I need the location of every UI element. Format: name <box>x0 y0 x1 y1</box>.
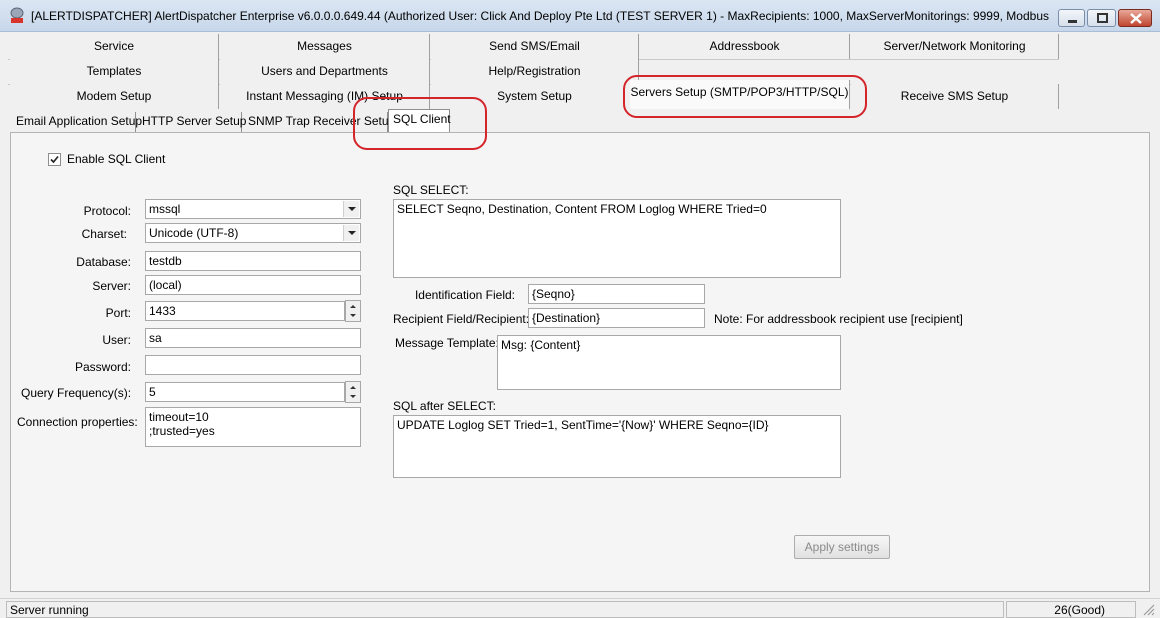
user-label: User: <box>102 333 131 347</box>
recipient-field-input[interactable]: {Destination} <box>528 308 705 328</box>
recipient-note: Note: For addressbook recipient use [rec… <box>714 312 963 326</box>
chevron-down-icon <box>348 207 356 211</box>
message-template-label: Message Template: <box>395 336 499 350</box>
password-label: Password: <box>74 360 131 374</box>
stepper-arrows-icon <box>350 305 356 317</box>
annotation-highlight-servers-setup <box>623 75 867 118</box>
connection-property-line: ;trusted=yes <box>149 424 215 438</box>
close-icon <box>1130 13 1142 24</box>
connection-properties-label: Connection properties: <box>17 415 138 429</box>
status-text: Server running <box>6 601 1004 618</box>
sql-select-label: SQL SELECT: <box>393 183 469 197</box>
tab-messages[interactable]: Messages <box>220 34 430 59</box>
dropdown-button[interactable] <box>343 201 359 217</box>
close-button[interactable] <box>1118 9 1152 27</box>
maximize-icon <box>1097 13 1108 23</box>
tab-server-network-monitoring[interactable]: Server/Network Monitoring <box>851 34 1059 59</box>
port-stepper[interactable] <box>345 300 361 322</box>
tab-email-application-setup[interactable]: Email Application Setup <box>12 112 142 132</box>
sql-client-panel: Enable SQL Client Protocol: Charset: Dat… <box>10 132 1150 592</box>
title-bar: [ALERTDISPATCHER] AlertDispatcher Enterp… <box>0 0 1160 32</box>
database-label: Database: <box>76 255 131 269</box>
query-frequency-label: Query Frequency(s): <box>21 386 132 400</box>
tab-service[interactable]: Service <box>10 34 219 59</box>
server-label: Server: <box>92 279 131 293</box>
password-input[interactable] <box>145 355 361 375</box>
annotation-highlight-sql-client <box>353 97 487 150</box>
dropdown-button[interactable] <box>343 225 359 241</box>
identification-field-input[interactable]: {Seqno} <box>528 284 705 304</box>
sql-select-textarea[interactable]: SELECT Seqno, Destination, Content FROM … <box>393 199 841 278</box>
charset-label: Charset: <box>81 227 127 241</box>
tab-receive-sms-setup[interactable]: Receive SMS Setup <box>851 84 1059 109</box>
message-template-textarea[interactable]: Msg: {Content} <box>497 335 841 390</box>
query-frequency-stepper[interactable] <box>345 381 361 403</box>
charset-value: Unicode (UTF-8) <box>149 226 239 240</box>
enable-sql-client-checkbox[interactable] <box>48 153 61 166</box>
tab-addressbook[interactable]: Addressbook <box>640 34 850 59</box>
protocol-value: mssql <box>149 202 181 216</box>
protocol-label: Protocol: <box>83 204 131 218</box>
enable-sql-client-label: Enable SQL Client <box>67 152 166 166</box>
query-frequency-input[interactable]: 5 <box>145 382 345 402</box>
stepper-arrows-icon <box>350 386 356 398</box>
identification-field-label: Identification Field: <box>414 288 515 302</box>
tab-send-sms-email[interactable]: Send SMS/Email <box>431 34 639 59</box>
database-input[interactable]: testdb <box>145 251 361 271</box>
chevron-down-icon <box>348 231 356 235</box>
resize-grip-icon[interactable] <box>1142 603 1156 617</box>
protocol-select[interactable]: mssql <box>145 199 361 219</box>
minimize-button[interactable] <box>1058 9 1085 27</box>
tab-help-registration[interactable]: Help/Registration <box>431 59 639 84</box>
main-window: Service Messages Send SMS/Email Addressb… <box>0 32 1160 618</box>
window-title: [ALERTDISPATCHER] AlertDispatcher Enterp… <box>31 9 1051 23</box>
maximize-button[interactable] <box>1087 9 1116 27</box>
tab-modem-setup[interactable]: Modem Setup <box>10 84 219 109</box>
tab-http-server-setup[interactable]: HTTP Server Setup <box>138 112 246 132</box>
port-input[interactable]: 1433 <box>145 301 345 321</box>
app-logo-icon <box>10 7 24 23</box>
sql-after-select-textarea[interactable]: UPDATE Loglog SET Tried=1, SentTime='{No… <box>393 415 841 478</box>
charset-select[interactable]: Unicode (UTF-8) <box>145 223 361 243</box>
tab-users-and-departments[interactable]: Users and Departments <box>220 59 430 84</box>
recipient-field-label: Recipient Field/Recipient: <box>393 312 530 326</box>
user-input[interactable]: sa <box>145 328 361 348</box>
connection-property-line: timeout=10 <box>149 410 209 424</box>
tab-templates[interactable]: Templates <box>10 59 219 84</box>
status-signal: 26(Good) <box>1006 601 1136 618</box>
minimize-icon <box>1068 20 1077 23</box>
checkmark-icon <box>50 155 59 164</box>
sql-after-select-label: SQL after SELECT: <box>393 399 496 413</box>
apply-settings-button[interactable]: Apply settings <box>794 535 890 559</box>
connection-properties-textarea[interactable]: timeout=10 ;trusted=yes <box>145 407 361 447</box>
port-label: Port: <box>105 306 131 320</box>
server-input[interactable]: (local) <box>145 275 361 295</box>
status-bar: Server running 26(Good) <box>0 598 1160 618</box>
